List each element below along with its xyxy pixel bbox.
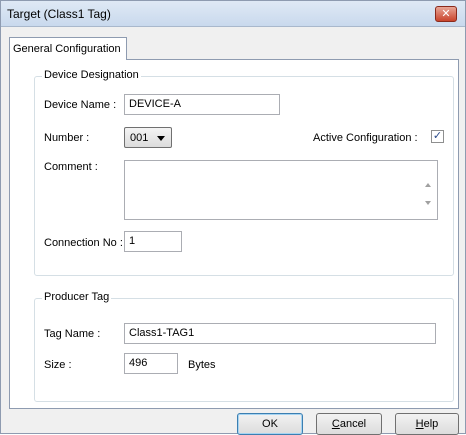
number-select-value: 001: [130, 132, 149, 144]
comment-label: Comment :: [44, 161, 98, 173]
tab-label: General Configuration: [13, 43, 121, 55]
connection-no-label: Connection No :: [44, 237, 123, 249]
device-designation-legend: Device Designation: [42, 69, 141, 81]
window-title: Target (Class1 Tag): [7, 7, 111, 21]
producer-tag-group: Producer Tag Tag Name : Class1-TAG1 Size…: [34, 291, 454, 402]
size-unit-label: Bytes: [188, 359, 216, 371]
scroll-up-icon[interactable]: [425, 183, 431, 187]
tab-general-configuration[interactable]: General Configuration: [9, 37, 127, 60]
connection-no-field[interactable]: 1: [124, 231, 182, 252]
comment-textarea[interactable]: [124, 160, 438, 220]
active-configuration-checkbox[interactable]: ✓: [431, 130, 444, 143]
number-label: Number :: [44, 132, 90, 144]
scroll-down-icon[interactable]: [425, 201, 431, 205]
size-label: Size :: [44, 359, 72, 371]
device-name-field[interactable]: DEVICE-A: [124, 94, 280, 115]
tag-name-field[interactable]: Class1-TAG1: [124, 323, 436, 344]
chevron-down-icon: [157, 136, 165, 141]
cancel-button[interactable]: Cancel: [316, 413, 382, 435]
tab-panel-general: Device Designation Device Name : DEVICE-…: [9, 59, 459, 409]
cancel-button-label: ancel: [339, 418, 367, 430]
ok-button[interactable]: OK: [237, 413, 303, 435]
device-name-label: Device Name :: [44, 99, 117, 111]
active-configuration-label: Active Configuration :: [313, 132, 418, 144]
check-icon: ✓: [432, 130, 443, 142]
cancel-mnemonic: C: [331, 418, 340, 430]
number-select[interactable]: 001: [124, 127, 172, 148]
close-button[interactable]: ✕: [435, 6, 457, 22]
help-mnemonic: H: [415, 418, 424, 430]
title-bar[interactable]: Target (Class1 Tag) ✕: [1, 1, 465, 27]
tag-name-label: Tag Name :: [44, 328, 101, 340]
ok-button-label: OK: [262, 418, 278, 430]
producer-tag-legend: Producer Tag: [42, 291, 112, 303]
dialog-window: Target (Class1 Tag) ✕ General Configurat…: [0, 0, 466, 435]
size-field[interactable]: 496: [124, 353, 178, 374]
close-icon: ✕: [441, 7, 451, 20]
help-button[interactable]: Help: [395, 413, 459, 435]
help-button-label: elp: [423, 418, 439, 430]
device-designation-group: Device Designation Device Name : DEVICE-…: [34, 69, 454, 276]
